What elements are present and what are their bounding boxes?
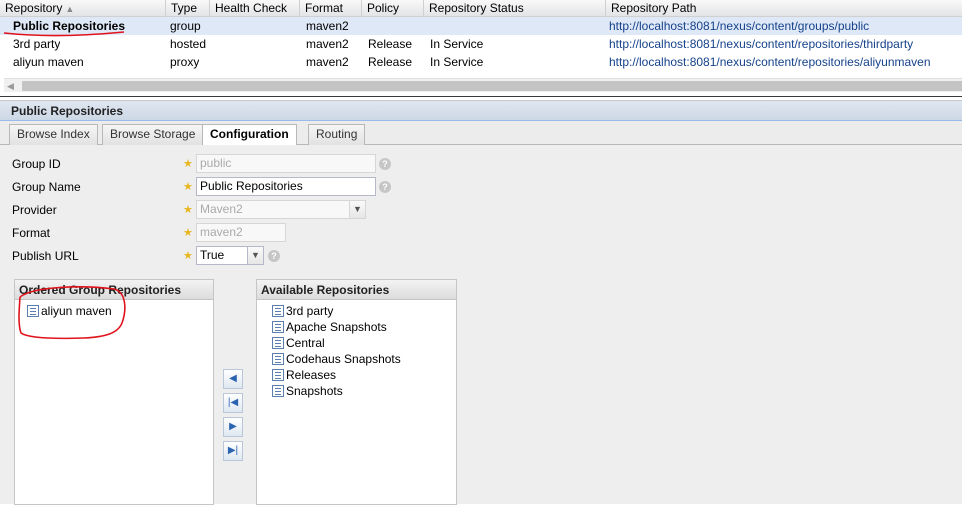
repository-icon bbox=[272, 353, 284, 365]
format-label: Format bbox=[12, 226, 51, 240]
column-header-type[interactable]: Type bbox=[166, 0, 210, 17]
tab-browse-storage[interactable]: Browse Storage bbox=[102, 124, 204, 145]
configuration-form: Group ID ★ public ? Group Name ★ Public … bbox=[0, 145, 962, 505]
list-item[interactable]: Codehaus Snapshots bbox=[272, 351, 401, 367]
repository-icon bbox=[272, 337, 284, 349]
repository-icon bbox=[272, 369, 284, 381]
repository-type: proxy bbox=[170, 55, 200, 69]
group-name-label: Group Name bbox=[12, 180, 81, 194]
available-repositories-list[interactable]: Available Repositories 3rd party Apache … bbox=[256, 279, 457, 505]
scroll-left-icon[interactable]: ◀ bbox=[7, 79, 14, 93]
chevron-down-icon[interactable]: ▼ bbox=[349, 201, 365, 218]
table-row[interactable]: 3rd party hosted maven2 Release In Servi… bbox=[0, 35, 962, 53]
move-right-button[interactable]: ▶ bbox=[223, 417, 243, 437]
repository-status: In Service bbox=[430, 37, 484, 51]
ordered-repositories-title: Ordered Group Repositories bbox=[15, 280, 213, 300]
repository-policy: Release bbox=[368, 37, 413, 51]
tab-browse-index[interactable]: Browse Index bbox=[9, 124, 98, 145]
chevron-down-icon[interactable]: ▼ bbox=[247, 247, 263, 264]
group-id-label: Group ID bbox=[12, 157, 61, 171]
repository-policy: Release bbox=[368, 55, 413, 69]
repository-status bbox=[417, 17, 430, 35]
scrollbar-thumb[interactable] bbox=[22, 81, 962, 91]
provider-label: Provider bbox=[12, 203, 57, 217]
repository-icon bbox=[272, 321, 284, 333]
available-repositories-title: Available Repositories bbox=[257, 280, 456, 300]
move-all-left-button[interactable]: |◀ bbox=[223, 393, 243, 413]
repository-type: hosted bbox=[170, 37, 207, 51]
grid-header: Repository ▲ Type Health Check Format Pol… bbox=[0, 0, 962, 17]
group-name-field[interactable]: Public Repositories bbox=[196, 177, 376, 196]
required-icon: ★ bbox=[183, 227, 193, 239]
required-icon: ★ bbox=[183, 250, 193, 262]
tab-bar: Browse Index Browse Storage Configuratio… bbox=[0, 121, 962, 146]
ordered-repositories-list[interactable]: Ordered Group Repositories aliyun maven bbox=[14, 279, 214, 505]
repository-format: maven2 bbox=[306, 37, 349, 51]
repository-type: group bbox=[170, 19, 201, 33]
move-left-button[interactable]: ◀ bbox=[223, 369, 243, 389]
repository-name: Public Repositories bbox=[13, 19, 126, 33]
help-icon[interactable]: ? bbox=[379, 158, 391, 170]
required-icon: ★ bbox=[183, 204, 193, 216]
tab-configuration[interactable]: Configuration bbox=[202, 124, 297, 146]
publish-url-value: True bbox=[200, 248, 225, 262]
repository-name: aliyun maven bbox=[13, 55, 84, 69]
format-field[interactable]: maven2 bbox=[196, 223, 286, 242]
provider-value: Maven2 bbox=[200, 202, 243, 216]
required-icon: ★ bbox=[183, 181, 193, 193]
publish-url-select[interactable]: True ▼ bbox=[196, 246, 264, 265]
column-header-repository[interactable]: Repository ▲ bbox=[0, 0, 166, 17]
repository-icon bbox=[272, 385, 284, 397]
repository-format: maven2 bbox=[306, 19, 349, 33]
panel-title: Public Repositories bbox=[0, 101, 962, 121]
list-item[interactable]: 3rd party bbox=[272, 303, 333, 319]
group-id-field[interactable]: public bbox=[196, 154, 376, 173]
list-item[interactable]: Snapshots bbox=[272, 383, 343, 399]
move-all-right-button[interactable]: ▶| bbox=[223, 441, 243, 461]
table-row[interactable]: aliyun maven proxy maven2 Release In Ser… bbox=[0, 53, 962, 71]
list-item[interactable]: Apache Snapshots bbox=[272, 319, 387, 335]
required-icon: ★ bbox=[183, 158, 193, 170]
help-icon[interactable]: ? bbox=[379, 181, 391, 193]
repository-status: In Service bbox=[430, 55, 484, 69]
column-header-format[interactable]: Format bbox=[300, 0, 362, 17]
repository-grid: Repository ▲ Type Health Check Format Pol… bbox=[0, 0, 962, 96]
table-row[interactable]: Public Repositories group maven2 http://… bbox=[0, 17, 962, 35]
repository-format: maven2 bbox=[306, 55, 349, 69]
list-item[interactable]: Central bbox=[272, 335, 325, 351]
column-header-policy[interactable]: Policy bbox=[362, 0, 424, 17]
tab-routing[interactable]: Routing bbox=[308, 124, 366, 145]
sort-ascending-icon: ▲ bbox=[65, 4, 75, 14]
repository-icon bbox=[27, 305, 39, 317]
provider-select[interactable]: Maven2 ▼ bbox=[196, 200, 366, 219]
horizontal-scrollbar[interactable]: ◀ bbox=[4, 78, 962, 92]
column-header-repository-status[interactable]: Repository Status bbox=[424, 0, 606, 17]
list-item[interactable]: aliyun maven bbox=[27, 303, 112, 319]
repository-name: 3rd party bbox=[13, 37, 61, 51]
column-header-repository-path[interactable]: Repository Path bbox=[606, 0, 962, 17]
publish-url-label: Publish URL bbox=[12, 249, 79, 263]
list-item[interactable]: Releases bbox=[272, 367, 336, 383]
repository-path-link[interactable]: http://localhost:8081/nexus/content/repo… bbox=[596, 53, 931, 71]
repository-path-link[interactable]: http://localhost:8081/nexus/content/repo… bbox=[596, 35, 913, 53]
repository-policy bbox=[355, 17, 368, 35]
repository-icon bbox=[272, 305, 284, 317]
help-icon[interactable]: ? bbox=[268, 250, 280, 262]
repository-path-link[interactable]: http://localhost:8081/nexus/content/grou… bbox=[596, 17, 869, 35]
column-header-health-check[interactable]: Health Check bbox=[210, 0, 300, 17]
